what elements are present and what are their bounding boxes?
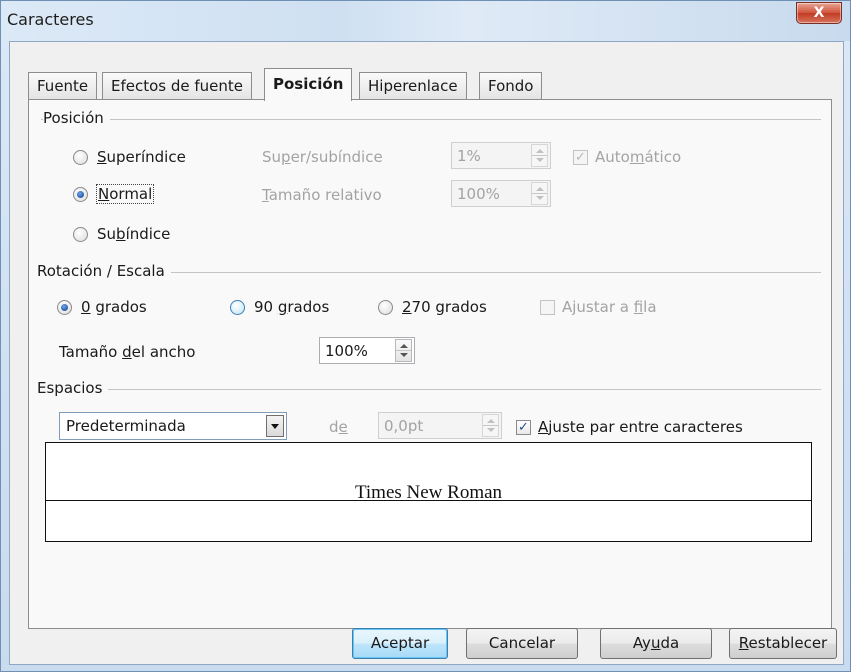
width-scale-spinner[interactable]: 100% [319,337,415,364]
group-separator [41,389,821,390]
checkbox-icon[interactable]: ✓ [573,149,588,165]
radio-90-grados[interactable]: 90 grados [230,298,329,316]
radio-button[interactable] [378,299,393,315]
radio-0-grados[interactable]: 0 grados [57,298,147,316]
close-button[interactable]: X [796,2,842,24]
radio-button[interactable] [73,149,88,165]
radio-label: Subíndice [97,225,171,243]
help-button[interactable]: Ayuda [600,628,712,659]
radio-label: Normal [95,184,155,204]
group-label-rotacion: Rotación / Escala [37,262,171,280]
checkbox-label: Automático [595,148,682,166]
spinner-value: 100% [457,184,500,203]
super-sub-spinner[interactable]: 1% [451,142,551,169]
tab-fondo[interactable]: Fondo [479,72,543,100]
spinner-value: 0,0pt [384,416,424,435]
radio-label: 90 grados [254,298,330,316]
checkbox-automatico[interactable]: ✓ Automático [573,148,681,166]
relative-size-label: Tamaño relativo [262,186,382,204]
tab-panel-posicion: Posición Superíndice Normal Subíndice Su… [28,99,832,629]
of-label: de [329,418,348,436]
radio-button[interactable] [230,299,245,315]
dialog-window: Caracteres X Fuente Efectos de fuente Po… [0,0,851,672]
spinner-value: 1% [457,146,481,165]
spinner-arrows-icon[interactable] [531,182,548,205]
spacing-dropdown[interactable]: Predeterminada [59,412,287,440]
radio-button[interactable] [73,226,88,242]
dialog-client: Fuente Efectos de fuente Posición Hipere… [9,41,844,665]
tab-fuente[interactable]: Fuente [28,72,98,100]
tab-efectos-de-fuente[interactable]: Efectos de fuente [102,72,253,100]
cancel-button[interactable]: Cancelar [466,628,578,659]
checkbox-label: Ajuste par entre caracteres [538,418,743,436]
ok-button[interactable]: Aceptar [352,628,448,659]
super-sub-label: Super/subíndice [262,148,383,166]
checkbox-icon[interactable] [540,299,555,315]
spinner-value: 100% [325,341,368,360]
dropdown-value: Predeterminada [66,417,186,435]
group-label-posicion: Posición [43,109,110,127]
spinner-arrows-icon[interactable] [395,339,412,362]
spinner-arrows-icon[interactable] [482,414,499,437]
radio-button[interactable] [73,186,88,202]
radio-button[interactable] [57,299,72,315]
radio-superindice[interactable]: Superíndice [73,148,186,166]
spinner-arrows-icon[interactable] [531,144,548,167]
preview-sample-text: Times New Roman [354,482,503,503]
window-title: Caracteres [7,10,94,29]
tab-hiperenlace[interactable]: Hiperenlace [359,72,467,100]
width-scale-label: Tamaño del ancho [59,343,196,361]
relative-size-spinner[interactable]: 100% [451,180,551,207]
reset-button[interactable]: Restablecer [729,628,837,659]
chevron-down-icon[interactable] [266,415,284,437]
radio-label: 0 grados [81,298,147,316]
radio-subindice[interactable]: Subíndice [73,225,170,243]
checkbox-ajuste-par[interactable]: ✓ Ajuste par entre caracteres [516,418,743,436]
radio-normal[interactable]: Normal [73,184,155,204]
preview-box: Times New Roman [45,442,812,542]
group-label-espacios: Espacios [37,379,109,397]
radio-label: 270 grados [402,298,487,316]
checkbox-label: Ajustar a fila [562,298,657,316]
checkbox-icon[interactable]: ✓ [516,419,531,435]
radio-label: Superíndice [97,148,186,166]
tab-posicion[interactable]: Posición [264,68,353,101]
title-bar[interactable]: Caracteres X [1,1,850,41]
radio-270-grados[interactable]: 270 grados [378,298,487,316]
checkbox-ajustar-a-fila[interactable]: Ajustar a fila [540,298,657,316]
group-separator [41,119,821,120]
spacing-amount-spinner[interactable]: 0,0pt [378,412,502,439]
